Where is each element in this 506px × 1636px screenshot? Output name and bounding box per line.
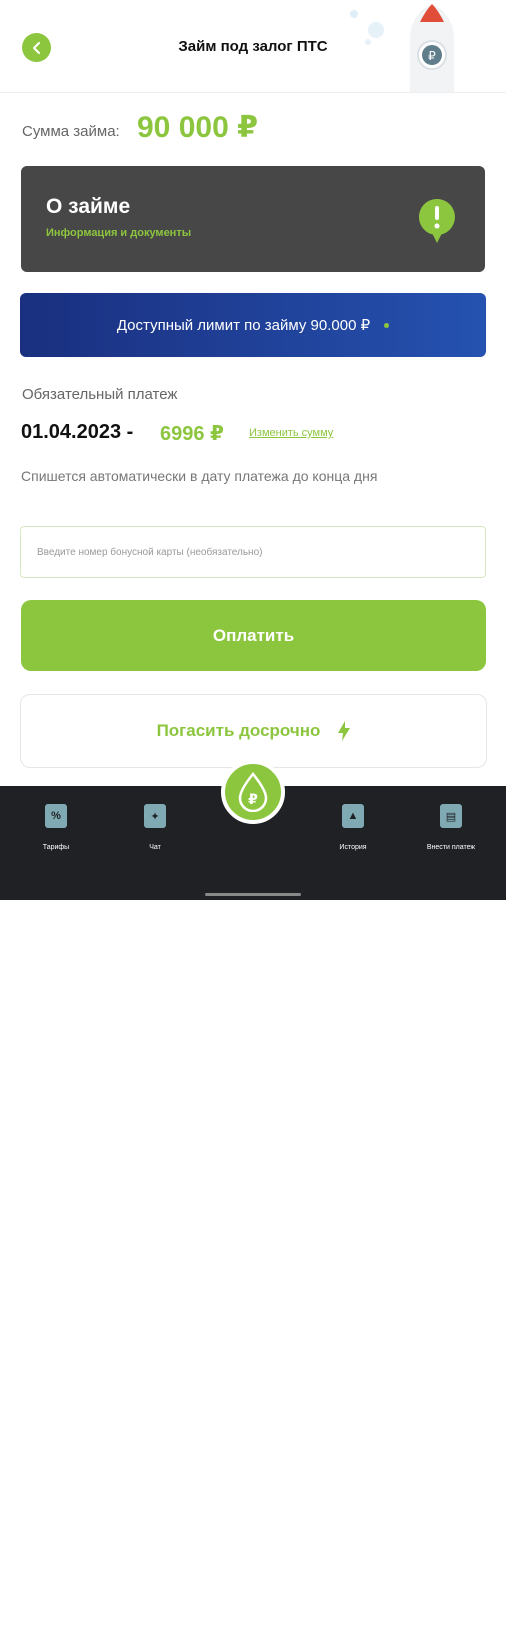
svg-text:₽: ₽ [428,49,436,63]
nav-label-history: История [339,844,367,851]
nav-item-chat[interactable]: ✦ Чат [115,804,195,851]
about-loan-subtitle: Информация и документы [46,227,192,239]
home-indicator [205,893,301,896]
percent-icon: % [45,804,67,828]
ruble-drop-icon: ₽ [238,772,268,812]
available-limit-banner: Доступный лимит по займу 90.000 ₽ [20,293,486,357]
nav-label-new-loan: Новый займ [233,1629,273,1636]
svg-text:₽: ₽ [248,792,258,808]
loan-amount-value: 90 000 ₽ [137,111,258,144]
bonus-card-input[interactable] [21,527,485,577]
nav-item-history[interactable]: ▲ История [313,804,393,851]
about-loan-card[interactable]: О займе Информация и документы [21,166,485,272]
payment-note: Спишется автоматически в дату платежа до… [21,468,378,484]
payment-amount: 6996 ₽ [160,423,224,445]
bonus-card-field[interactable] [20,526,486,578]
nav-label-tariffs: Тарифы [42,844,70,851]
change-amount-link[interactable]: Изменить сумму [249,427,333,439]
payment-date: 01.04.2023 - [21,421,134,443]
header: Займ под залог ПТС ₽ [0,0,506,93]
about-loan-title: О займе [46,195,131,218]
loan-amount-label: Сумма займа: [22,123,120,140]
history-icon: ▲ [342,804,364,828]
available-limit-text: Доступный лимит по займу 90.000 ₽ [116,317,371,334]
early-repayment-button[interactable]: Погасить досрочно [20,694,487,768]
pay-button[interactable]: Оплатить [21,600,486,671]
payment-icon: ▤ [440,804,462,828]
mandatory-payment-label: Обязательный платеж [22,386,178,403]
rocket-illustration: ₽ [350,4,454,92]
nav-label-chat: Чат [149,844,161,851]
early-repayment-label: Погасить досрочно [156,721,321,740]
new-loan-button[interactable]: ₽ [221,760,285,824]
limit-indicator-dot [384,322,390,328]
nav-label-make-payment: Внести платеж [426,844,476,851]
nav-item-tariffs[interactable]: % Тарифы [16,804,96,851]
lightning-icon [338,721,351,741]
chat-icon: ✦ [144,804,166,828]
exclamation-icon [419,199,455,243]
nav-item-make-payment[interactable]: ▤ Внести платеж [411,804,491,851]
